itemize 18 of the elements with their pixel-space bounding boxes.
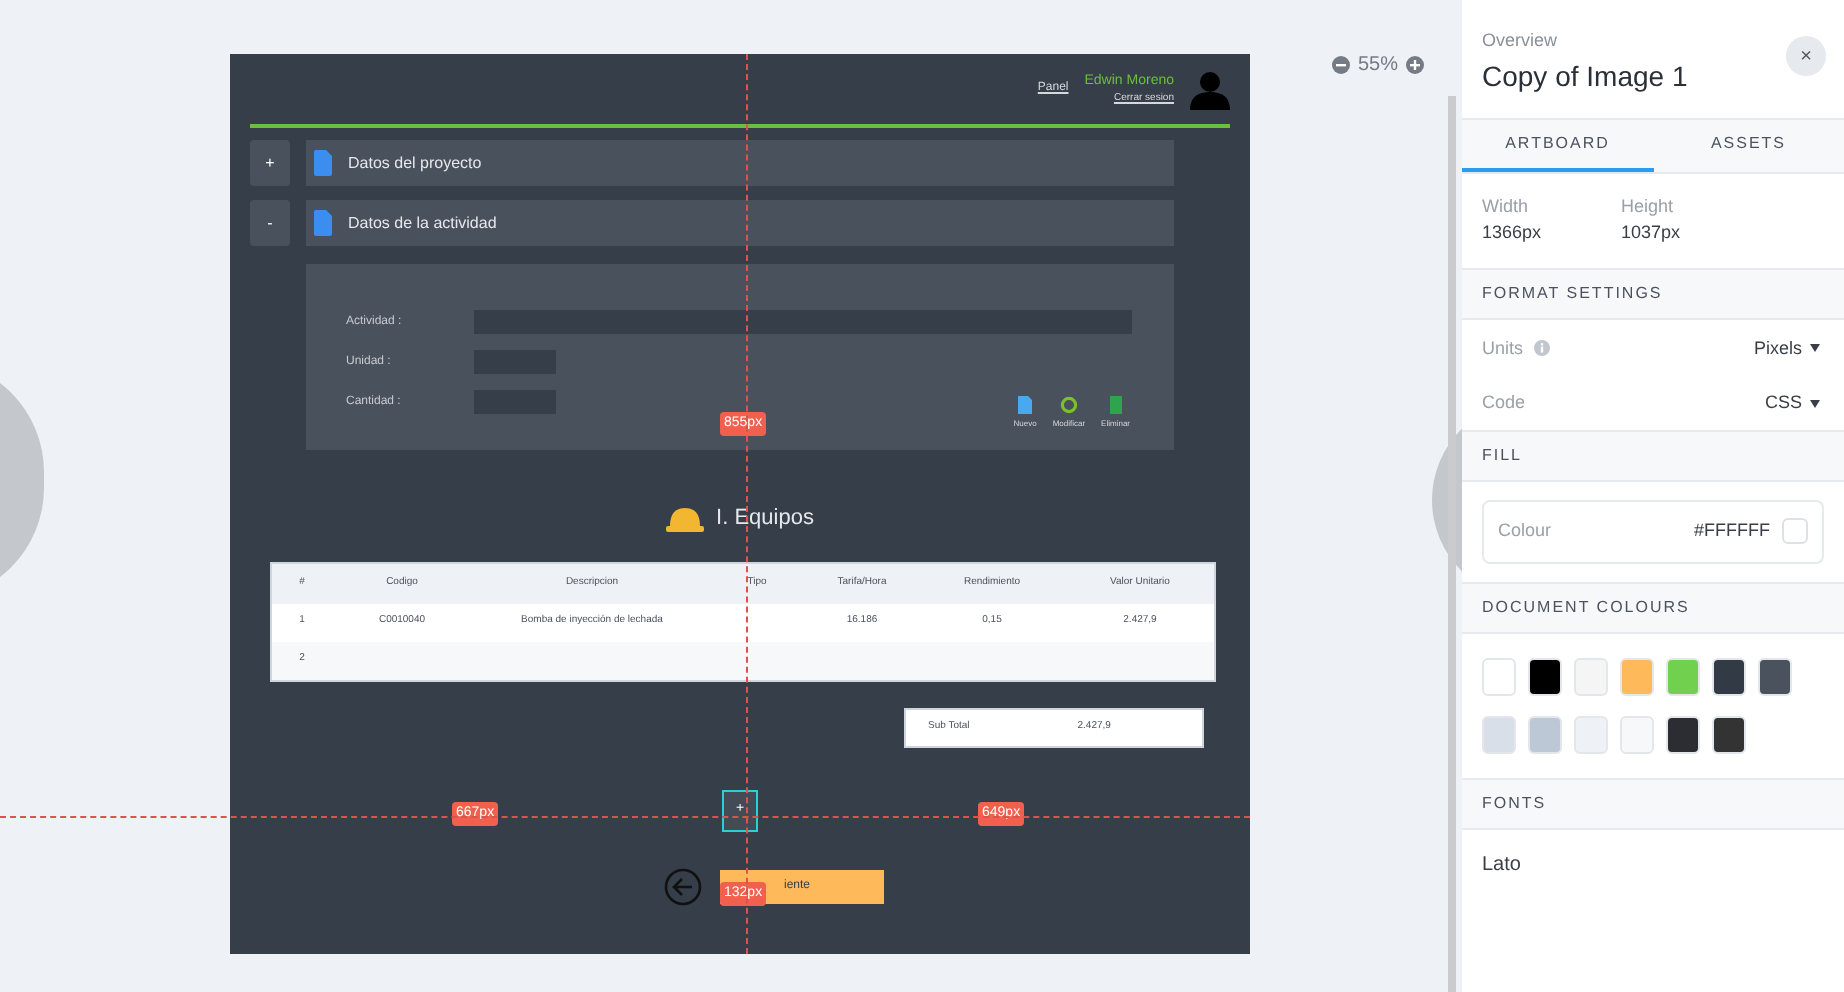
dimension-value: 1366px [1482, 220, 1542, 246]
panel-section-title: FILL [1482, 443, 1523, 467]
dimension-label: Height [1621, 193, 1676, 220]
section-heading: I. Equipos [716, 504, 814, 534]
section-title: Datos del proyecto [348, 151, 482, 175]
dimension-value: 1037px [1621, 220, 1681, 246]
zoom-level: 55% [1358, 52, 1399, 80]
panel-title: Copy of Image 1 [1482, 57, 1688, 96]
dimension-label: Width [1482, 193, 1531, 219]
setting-label: Code [1482, 390, 1526, 416]
setting-label: Units [1482, 335, 1524, 361]
panel-section-title: FORMAT SETTINGS [1482, 281, 1663, 305]
section-title: Datos de la actividad [348, 211, 497, 235]
panel-section-title: FONTS [1482, 791, 1547, 815]
font-name: Lato [1480, 851, 1523, 879]
colour-value: #FFFFFF [1694, 517, 1770, 544]
panel-section-title: DOCUMENT COLOURS [1482, 595, 1690, 619]
panel-overline: Overview [1482, 28, 1560, 54]
